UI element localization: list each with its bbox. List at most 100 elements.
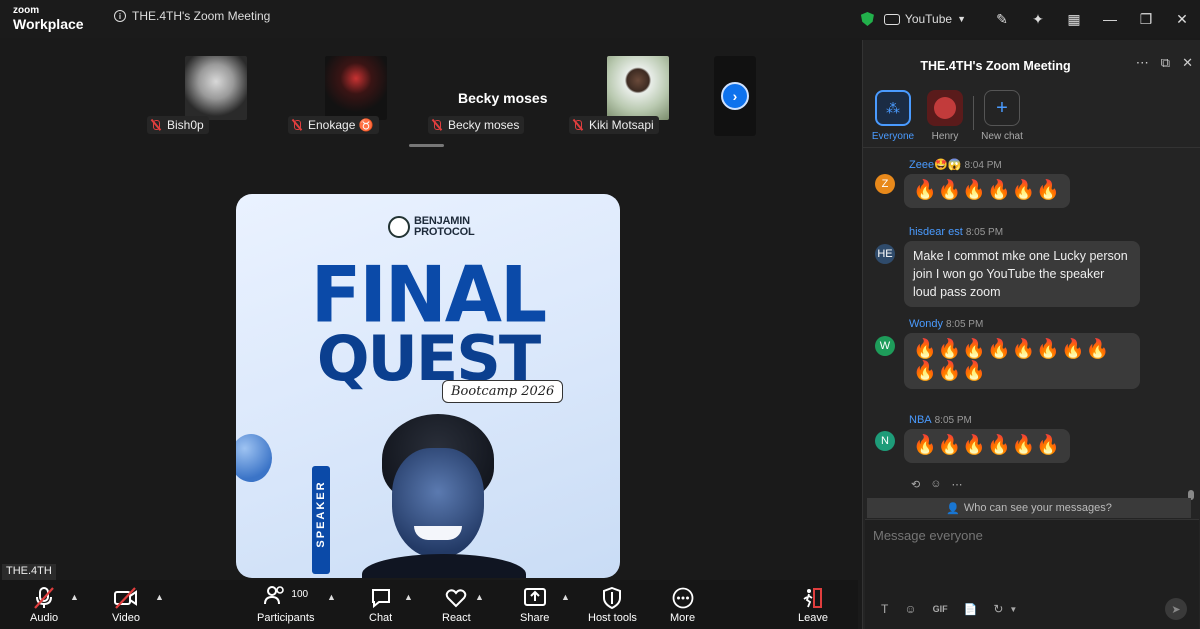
pop-out-icon[interactable]: ⧉ bbox=[1161, 55, 1170, 71]
audio-label: Audio bbox=[30, 612, 59, 624]
chat-panel-title: THE.4TH's Zoom Meeting bbox=[920, 59, 1071, 73]
ai-companion-icon[interactable]: ✦ bbox=[1020, 0, 1056, 38]
shield-icon bbox=[602, 586, 622, 610]
participant-name-chip: Kiki Motsapi bbox=[569, 116, 659, 134]
participant-tile[interactable]: Kiki Motsapi bbox=[569, 56, 695, 134]
react-button[interactable]: React bbox=[442, 586, 471, 624]
more-label: More bbox=[670, 612, 696, 624]
tab-henry-label: Henry bbox=[931, 131, 959, 142]
heart-icon bbox=[445, 586, 467, 610]
meeting-toolbar: Audio ▲ Video ▲ 100 Participants ▲ Chat … bbox=[0, 580, 858, 629]
participant-name: Kiki Motsapi bbox=[589, 118, 654, 132]
muted-mic-icon bbox=[150, 119, 161, 131]
message-time: 8:04 PM bbox=[964, 160, 1002, 171]
audio-button[interactable]: Audio bbox=[30, 586, 58, 624]
more-button[interactable]: More bbox=[670, 586, 695, 624]
participants-button[interactable]: 100 Participants bbox=[257, 586, 314, 624]
video-label: Video bbox=[112, 612, 140, 624]
share-button[interactable]: Share bbox=[520, 586, 549, 624]
message-bubble[interactable]: 🔥🔥🔥🔥🔥🔥 bbox=[904, 429, 1070, 463]
balloon-graphic bbox=[236, 434, 272, 482]
muted-mic-icon bbox=[431, 119, 442, 131]
gif-icon[interactable]: GIF bbox=[933, 604, 948, 614]
restore-button[interactable]: ❐ bbox=[1128, 0, 1164, 38]
chevron-down-icon: ▼ bbox=[957, 14, 966, 24]
muted-mic-icon bbox=[572, 119, 583, 131]
send-button[interactable]: ➤ bbox=[1165, 598, 1187, 620]
avatar: W bbox=[875, 336, 895, 356]
participants-count: 100 bbox=[291, 588, 309, 600]
meeting-title: THE.4TH's Zoom Meeting bbox=[132, 9, 271, 23]
speaker-smile bbox=[414, 526, 462, 540]
speaker-label: SPEAKER bbox=[315, 480, 327, 548]
encryption-shield-icon[interactable] bbox=[860, 12, 874, 26]
message-bubble[interactable]: 🔥🔥🔥🔥🔥🔥🔥🔥🔥🔥🔥 bbox=[904, 333, 1140, 389]
tab-everyone[interactable]: ⁂ Everyone bbox=[863, 90, 923, 142]
participant-video bbox=[325, 56, 387, 120]
muted-mic-icon bbox=[33, 586, 55, 610]
reply-icon[interactable]: ⟲ bbox=[911, 478, 920, 491]
tab-new-chat[interactable]: + New chat bbox=[972, 90, 1032, 142]
sender-name: NBA bbox=[909, 414, 932, 426]
more-dots-icon bbox=[672, 586, 694, 610]
add-reaction-icon[interactable]: ☺ bbox=[930, 478, 941, 491]
sender-name: Wondy bbox=[909, 318, 944, 330]
info-icon[interactable]: i bbox=[114, 10, 126, 22]
view-layout-icon[interactable]: ▦ bbox=[1056, 0, 1092, 38]
chat-panel: THE.4TH's Zoom Meeting ⋯ ⧉ ✕ ⁂ Everyone … bbox=[862, 40, 1200, 629]
visibility-notice[interactable]: 👤 Who can see your messages? bbox=[867, 498, 1191, 518]
participant-video bbox=[185, 56, 247, 120]
message-bubble[interactable]: 🔥🔥🔥🔥🔥🔥 bbox=[904, 174, 1070, 208]
participant-tile[interactable]: Becky moses bbox=[428, 56, 554, 134]
message-input[interactable] bbox=[873, 528, 1173, 543]
meeting-stage: Bish0p Enokage ♉ Becky moses Becky moses… bbox=[0, 38, 858, 580]
youtube-live-dropdown[interactable]: YouTube ▼ bbox=[883, 12, 966, 26]
video-button[interactable]: Video bbox=[112, 586, 140, 624]
chat-message-list: Z Zeee🤩😱 8:04 PM 🔥🔥🔥🔥🔥🔥 HE hisdear est 8:0… bbox=[863, 150, 1191, 500]
file-icon[interactable]: 📄 bbox=[964, 603, 978, 616]
participant-name: Enokage ♉ bbox=[308, 118, 374, 132]
chevron-down-icon[interactable]: ▼ bbox=[1009, 605, 1017, 614]
plus-icon: + bbox=[996, 96, 1008, 119]
chat-label: Chat bbox=[369, 612, 393, 624]
message-bubble[interactable]: Make I commot mke one Lucky person join … bbox=[904, 241, 1140, 307]
participant-tile[interactable]: Bish0p bbox=[147, 56, 273, 134]
participant-name-chip: Becky moses bbox=[428, 116, 525, 134]
share-label: Share bbox=[520, 612, 550, 624]
text-format-icon[interactable]: T bbox=[881, 602, 888, 616]
video-options-caret[interactable]: ▲ bbox=[155, 592, 164, 602]
tab-new-chat-label: New chat bbox=[981, 131, 1023, 142]
next-participants-button[interactable]: › bbox=[721, 82, 749, 110]
annotate-icon[interactable]: ✎ bbox=[984, 0, 1020, 38]
leave-button[interactable]: Leave bbox=[798, 586, 828, 624]
emoji-icon[interactable]: ☺ bbox=[904, 602, 916, 616]
participant-video bbox=[607, 56, 669, 120]
message-time: 8:05 PM bbox=[965, 227, 1004, 238]
strip-page-indicator bbox=[409, 144, 444, 147]
close-window-button[interactable]: ✕ bbox=[1164, 0, 1200, 38]
composer-toolbar: T ☺ GIF 📄 ↻ ▼ bbox=[881, 602, 1017, 616]
logo-zoom-text: zoom bbox=[13, 5, 40, 16]
participants-icon bbox=[263, 584, 287, 612]
chat-more-options-icon[interactable]: ⋯ bbox=[1136, 55, 1149, 71]
share-options-caret[interactable]: ▲ bbox=[561, 592, 570, 602]
participants-label: Participants bbox=[257, 612, 315, 624]
react-options-caret[interactable]: ▲ bbox=[475, 592, 484, 602]
speaker-face bbox=[392, 448, 484, 558]
participant-tile[interactable]: Enokage ♉ bbox=[287, 56, 413, 134]
tab-henry[interactable]: Henry bbox=[915, 90, 975, 142]
screenshot-icon[interactable]: ↻ bbox=[993, 602, 1003, 616]
host-tools-button[interactable]: Host tools bbox=[588, 586, 637, 624]
chat-options-caret[interactable]: ▲ bbox=[404, 592, 413, 602]
shared-screen-poster: BENJAMIN PROTOCOL FINAL QUEST Bootcamp 2… bbox=[236, 194, 620, 578]
participants-options-caret[interactable]: ▲ bbox=[327, 592, 336, 602]
chat-button[interactable]: Chat bbox=[369, 586, 392, 624]
more-actions-icon[interactable]: ⋯ bbox=[951, 478, 962, 491]
close-chat-icon[interactable]: ✕ bbox=[1182, 55, 1193, 71]
chat-scrollbar[interactable] bbox=[1188, 150, 1194, 500]
meeting-info[interactable]: i THE.4TH's Zoom Meeting bbox=[114, 9, 270, 23]
leave-door-icon bbox=[802, 586, 824, 610]
strip-next-panel: › bbox=[714, 56, 756, 136]
minimize-button[interactable]: — bbox=[1092, 0, 1128, 38]
audio-options-caret[interactable]: ▲ bbox=[70, 592, 79, 602]
